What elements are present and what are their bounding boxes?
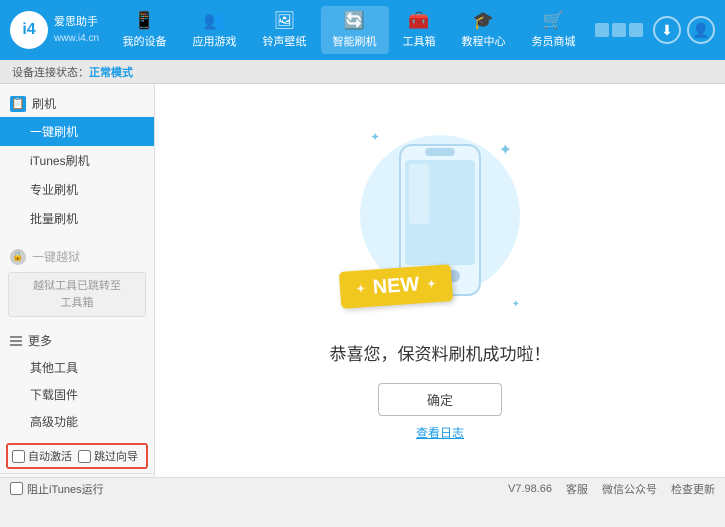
user-icon: 👤: [692, 22, 709, 39]
nav-toolbox[interactable]: 🧰 工具箱: [391, 6, 448, 54]
device-row: 📱 iPhone 15 Pro Max 512GB iPhone: [0, 473, 154, 477]
my-device-icon: 📱: [134, 11, 155, 31]
nav-smart-flash[interactable]: 🔄 智能刷机: [321, 6, 389, 54]
sidebar-item-advanced[interactable]: 高级功能: [0, 408, 154, 435]
nav-my-device[interactable]: 📱 我的设备: [111, 6, 179, 54]
confirm-button[interactable]: 确定: [378, 383, 502, 416]
nav-service[interactable]: 🛒 务员商城: [520, 6, 588, 54]
auto-activate-label[interactable]: 自动激活: [12, 448, 72, 464]
download-button[interactable]: ⬇: [653, 16, 681, 44]
ringtone-icon: 🖼: [274, 11, 296, 31]
status-mode: 正常模式: [89, 64, 133, 80]
sidebar-item-other-tools[interactable]: 其他工具: [0, 354, 154, 381]
nav-apps[interactable]: 👥 应用游戏: [181, 6, 249, 54]
sparkle-bottom-right: ✦: [512, 299, 520, 310]
nav-bar: 📱 我的设备 👥 应用游戏 🖼 铃声壁纸 🔄 智能刷机 🧰 工具箱 🎓 教程中心…: [109, 6, 589, 54]
user-button[interactable]: 👤: [687, 16, 715, 44]
log-link[interactable]: 查看日志: [416, 424, 464, 441]
itunes-bar: 阻止iTunes运行 V7.98.66 客服 微信公众号 检查更新: [0, 477, 725, 499]
sidebar: 📋 刷机 一键刷机 iTunes刷机 专业刷机 批量刷机 🔒 一键越狱: [0, 84, 155, 477]
logo: i4 爱思助手 www.i4.cn: [10, 11, 99, 49]
nav-tutorial[interactable]: 🎓 教程中心: [450, 6, 518, 54]
jailbreak-section: 🔒 一键越狱 越狱工具已跳转至工具箱: [0, 239, 154, 323]
more-section: 更多 其他工具 下载固件 高级功能: [0, 323, 154, 439]
itunes-label: 阻止iTunes运行: [27, 481, 104, 497]
apps-icon: 👥: [204, 11, 225, 31]
header-actions: ⬇ 👤: [595, 16, 715, 44]
logo-icon: i4: [10, 11, 48, 49]
tutorial-icon: 🎓: [473, 11, 494, 31]
footer-link-update[interactable]: 检查更新: [671, 481, 715, 497]
service-icon: 🛒: [543, 11, 564, 31]
footer-link-support[interactable]: 客服: [566, 481, 588, 497]
download-icon: ⬇: [661, 22, 673, 39]
window-controls: [595, 23, 643, 37]
nav-ringtone[interactable]: 🖼 铃声壁纸: [251, 6, 319, 54]
auto-activate-row: 自动激活 跳过向导: [6, 443, 148, 469]
sidebar-item-itunes-flash[interactable]: iTunes刷机: [0, 146, 154, 175]
flash-section: 📋 刷机 一键刷机 iTunes刷机 专业刷机 批量刷机: [0, 84, 154, 239]
new-badge: ✦ NEW ✦: [339, 264, 454, 309]
auto-activate-checkbox[interactable]: [12, 450, 25, 463]
jailbreak-notice: 越狱工具已跳转至工具箱: [8, 272, 146, 317]
guide-checkbox[interactable]: [78, 450, 91, 463]
success-message: 恭喜您，保资料刷机成功啦！: [330, 340, 551, 365]
flash-section-header: 📋 刷机: [0, 90, 154, 117]
sidebar-item-download-fw[interactable]: 下载固件: [0, 381, 154, 408]
jailbreak-header: 🔒 一键越狱: [0, 243, 154, 270]
sidebar-item-batch-flash[interactable]: 批量刷机: [0, 204, 154, 233]
guide-label[interactable]: 跳过向导: [78, 448, 138, 464]
main-area: 📋 刷机 一键刷机 iTunes刷机 专业刷机 批量刷机 🔒 一键越狱: [0, 84, 725, 477]
more-section-header: 更多: [0, 327, 154, 354]
itunes-checkbox[interactable]: [10, 482, 23, 495]
footer-version: V7.98.66 客服 微信公众号 检查更新: [508, 481, 715, 497]
version-label: V7.98.66: [508, 483, 552, 495]
content-area: ✦ ✦ ✦ ✦ NEW ✦ 恭: [155, 84, 725, 477]
logo-text: 爱思助手 www.i4.cn: [54, 14, 99, 46]
sidebar-item-pro-flash[interactable]: 专业刷机: [0, 175, 154, 204]
toolbox-icon: 🧰: [408, 11, 429, 31]
sparkle-top-right: ✦: [499, 140, 512, 160]
phone-illustration: ✦ ✦ ✦ ✦ NEW ✦: [340, 120, 540, 330]
flash-section-icon: 📋: [10, 96, 26, 112]
footer-link-wechat[interactable]: 微信公众号: [602, 481, 657, 497]
smart-flash-icon: 🔄: [344, 11, 365, 31]
sparkle-top-left: ✦: [370, 130, 380, 144]
status-prefix: 设备连接状态：: [12, 64, 89, 80]
header: i4 爱思助手 www.i4.cn 📱 我的设备 👥 应用游戏 🖼 铃声壁纸 🔄…: [0, 0, 725, 60]
sidebar-item-one-key-flash[interactable]: 一键刷机: [0, 117, 154, 146]
status-bar: 设备连接状态： 正常模式: [0, 60, 725, 84]
